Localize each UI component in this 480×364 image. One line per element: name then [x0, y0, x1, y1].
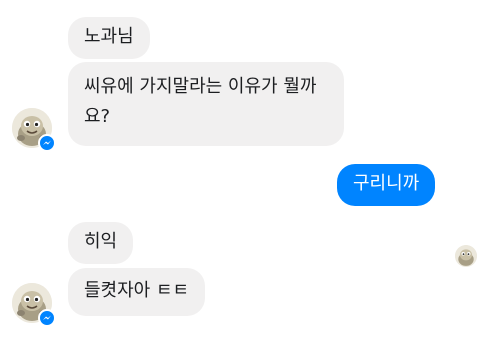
read-receipt-avatar-icon: [455, 245, 477, 267]
sender-avatar[interactable]: [12, 108, 56, 152]
incoming-message[interactable]: 노과님: [68, 17, 150, 59]
incoming-message[interactable]: 들켯자아 ㅌㅌ: [68, 268, 206, 316]
chat-thread: 노과님 씨유에 가지말라는 이유가 뭘까요? 구리니까 히익 들켯자아 ㅌㅌ: [0, 0, 480, 364]
incoming-message[interactable]: 씨유에 가지말라는 이유가 뭘까요?: [68, 62, 344, 146]
messenger-icon: [38, 309, 56, 327]
incoming-message[interactable]: 히익: [68, 222, 134, 264]
messenger-icon: [38, 134, 56, 152]
outgoing-message[interactable]: 구리니까: [337, 164, 436, 206]
sender-avatar[interactable]: [12, 283, 56, 327]
